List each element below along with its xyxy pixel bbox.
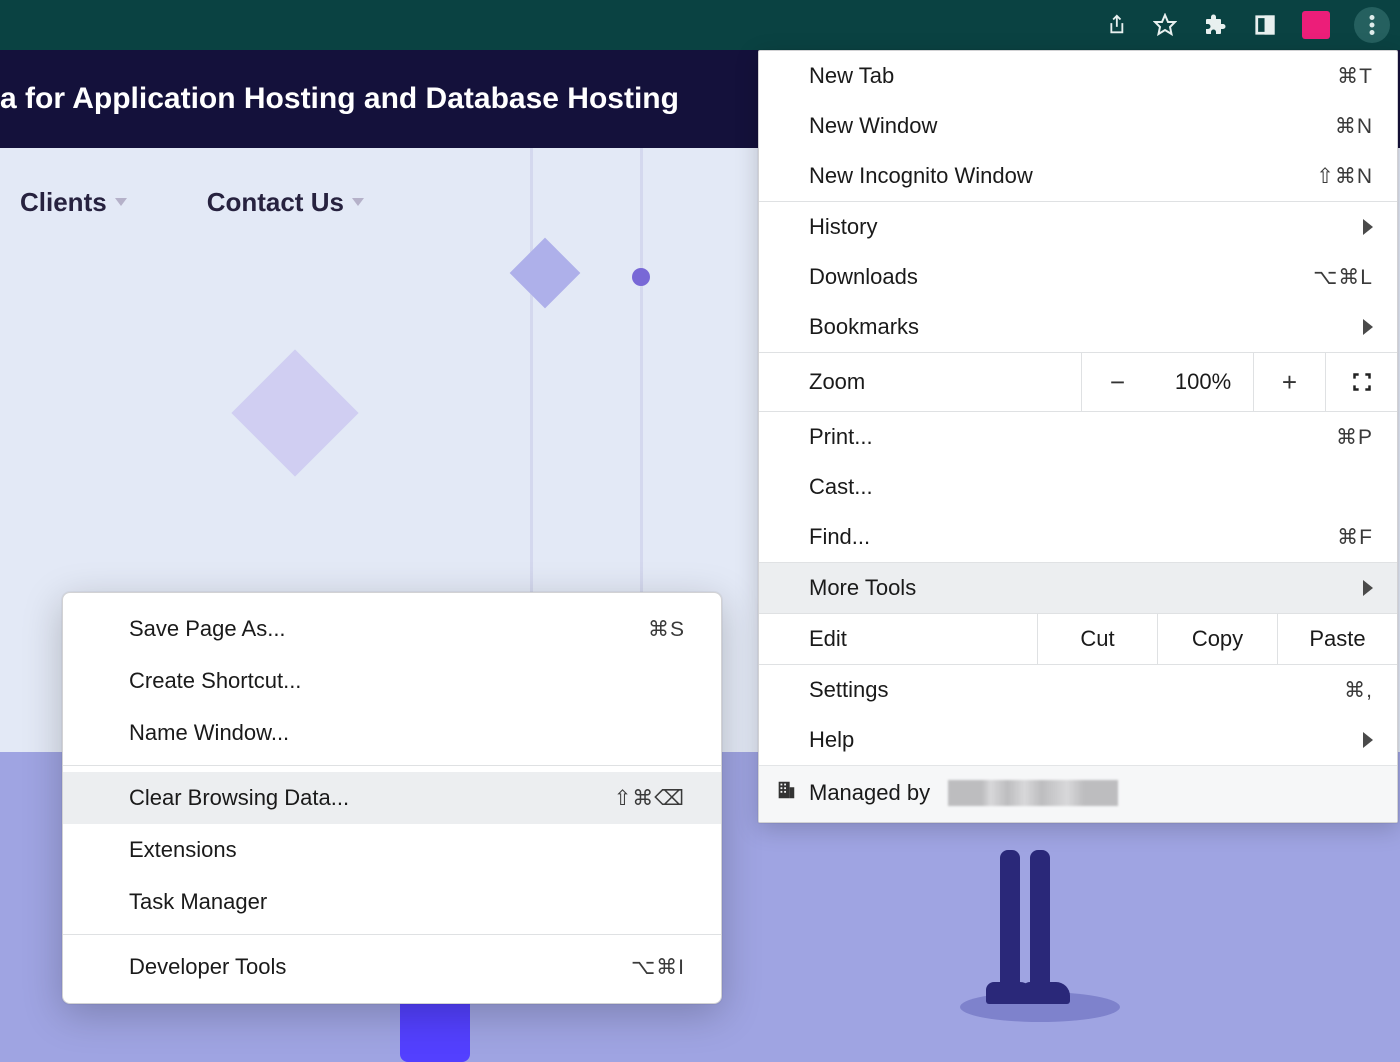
submenu-arrow-icon — [1363, 732, 1373, 748]
menu-label: Name Window... — [129, 720, 289, 746]
menu-managed-by[interactable]: Managed by — [759, 765, 1397, 822]
menu-label: Help — [809, 727, 854, 753]
menu-label: History — [809, 214, 877, 240]
menu-settings[interactable]: Settings ⌘, — [759, 665, 1397, 715]
zoom-in-button[interactable]: + — [1253, 353, 1325, 411]
fullscreen-button[interactable] — [1325, 353, 1397, 411]
zoom-percent: 100% — [1153, 353, 1253, 411]
browser-toolbar — [0, 0, 1400, 50]
menu-find[interactable]: Find... ⌘F — [759, 512, 1397, 562]
shortcut: ⌘N — [1335, 114, 1373, 139]
share-icon[interactable] — [1102, 12, 1128, 38]
shortcut: ⇧⌘⌫ — [614, 786, 685, 811]
menu-label: Task Manager — [129, 889, 267, 915]
shortcut: ⇧⌘N — [1316, 164, 1373, 189]
menu-label: Bookmarks — [809, 314, 919, 340]
submenu-arrow-icon — [1363, 580, 1373, 596]
browser-main-menu: New Tab ⌘T New Window ⌘N New Incognito W… — [758, 50, 1398, 823]
menu-more-tools[interactable]: More Tools — [759, 562, 1397, 613]
menu-edit-row: Edit Cut Copy Paste — [759, 613, 1397, 665]
managed-by-org-redacted — [948, 780, 1118, 806]
browser-menu-button[interactable] — [1354, 7, 1390, 43]
nav-label: Clients — [20, 187, 107, 218]
nav-label: Contact Us — [207, 187, 344, 218]
panel-icon[interactable] — [1252, 12, 1278, 38]
menu-help[interactable]: Help — [759, 715, 1397, 765]
submenu-name-window[interactable]: Name Window... — [63, 707, 721, 759]
submenu-task-manager[interactable]: Task Manager — [63, 876, 721, 928]
submenu-arrow-icon — [1363, 219, 1373, 235]
menu-label: Save Page As... — [129, 616, 286, 642]
submenu-extensions[interactable]: Extensions — [63, 824, 721, 876]
menu-new-incognito[interactable]: New Incognito Window ⇧⌘N — [759, 151, 1397, 201]
menu-downloads[interactable]: Downloads ⌥⌘L — [759, 252, 1397, 302]
menu-label: New Window — [809, 113, 937, 139]
star-icon[interactable] — [1152, 12, 1178, 38]
menu-bookmarks[interactable]: Bookmarks — [759, 302, 1397, 352]
shortcut: ⌘, — [1344, 678, 1373, 703]
menu-new-window[interactable]: New Window ⌘N — [759, 101, 1397, 151]
edit-label: Edit — [759, 614, 1037, 664]
menu-label: Print... — [809, 424, 873, 450]
paste-button[interactable]: Paste — [1277, 614, 1397, 664]
chevron-down-icon — [352, 198, 364, 206]
zoom-label: Zoom — [759, 353, 1081, 411]
menu-label: Extensions — [129, 837, 237, 863]
zoom-out-button[interactable]: − — [1081, 353, 1153, 411]
nav-contact[interactable]: Contact Us — [207, 187, 364, 218]
submenu-clear-browsing-data[interactable]: Clear Browsing Data... ⇧⌘⌫ — [63, 772, 721, 824]
shortcut: ⌥⌘I — [631, 955, 685, 980]
shortcut: ⌘P — [1336, 425, 1373, 450]
submenu-create-shortcut[interactable]: Create Shortcut... — [63, 655, 721, 707]
menu-label: Settings — [809, 677, 889, 703]
menu-label: Downloads — [809, 264, 918, 290]
more-tools-submenu: Save Page As... ⌘S Create Shortcut... Na… — [62, 592, 722, 1004]
menu-label: New Incognito Window — [809, 163, 1033, 189]
chevron-down-icon — [115, 198, 127, 206]
menu-label: Create Shortcut... — [129, 668, 301, 694]
shortcut: ⌘T — [1337, 64, 1373, 89]
nav-clients[interactable]: Clients — [20, 187, 127, 218]
shortcut: ⌘S — [648, 617, 685, 642]
menu-zoom-row: Zoom − 100% + — [759, 352, 1397, 412]
menu-label: Cast... — [809, 474, 873, 500]
cut-button[interactable]: Cut — [1037, 614, 1157, 664]
shortcut: ⌘F — [1337, 525, 1373, 550]
shortcut: ⌥⌘L — [1313, 265, 1373, 290]
menu-label: Find... — [809, 524, 870, 550]
managed-by-label: Managed by — [809, 780, 930, 806]
profile-avatar[interactable] — [1302, 11, 1330, 39]
submenu-arrow-icon — [1363, 319, 1373, 335]
copy-button[interactable]: Copy — [1157, 614, 1277, 664]
menu-history[interactable]: History — [759, 202, 1397, 252]
menu-cast[interactable]: Cast... — [759, 462, 1397, 512]
menu-label: More Tools — [809, 575, 916, 601]
menu-label: New Tab — [809, 63, 894, 89]
building-icon — [775, 779, 797, 807]
menu-label: Developer Tools — [129, 954, 286, 980]
menu-print[interactable]: Print... ⌘P — [759, 412, 1397, 462]
submenu-save-page[interactable]: Save Page As... ⌘S — [63, 603, 721, 655]
submenu-developer-tools[interactable]: Developer Tools ⌥⌘I — [63, 941, 721, 993]
menu-label: Clear Browsing Data... — [129, 785, 349, 811]
page-title: a for Application Hosting and Database H… — [0, 82, 679, 116]
menu-new-tab[interactable]: New Tab ⌘T — [759, 51, 1397, 101]
extensions-icon[interactable] — [1202, 12, 1228, 38]
